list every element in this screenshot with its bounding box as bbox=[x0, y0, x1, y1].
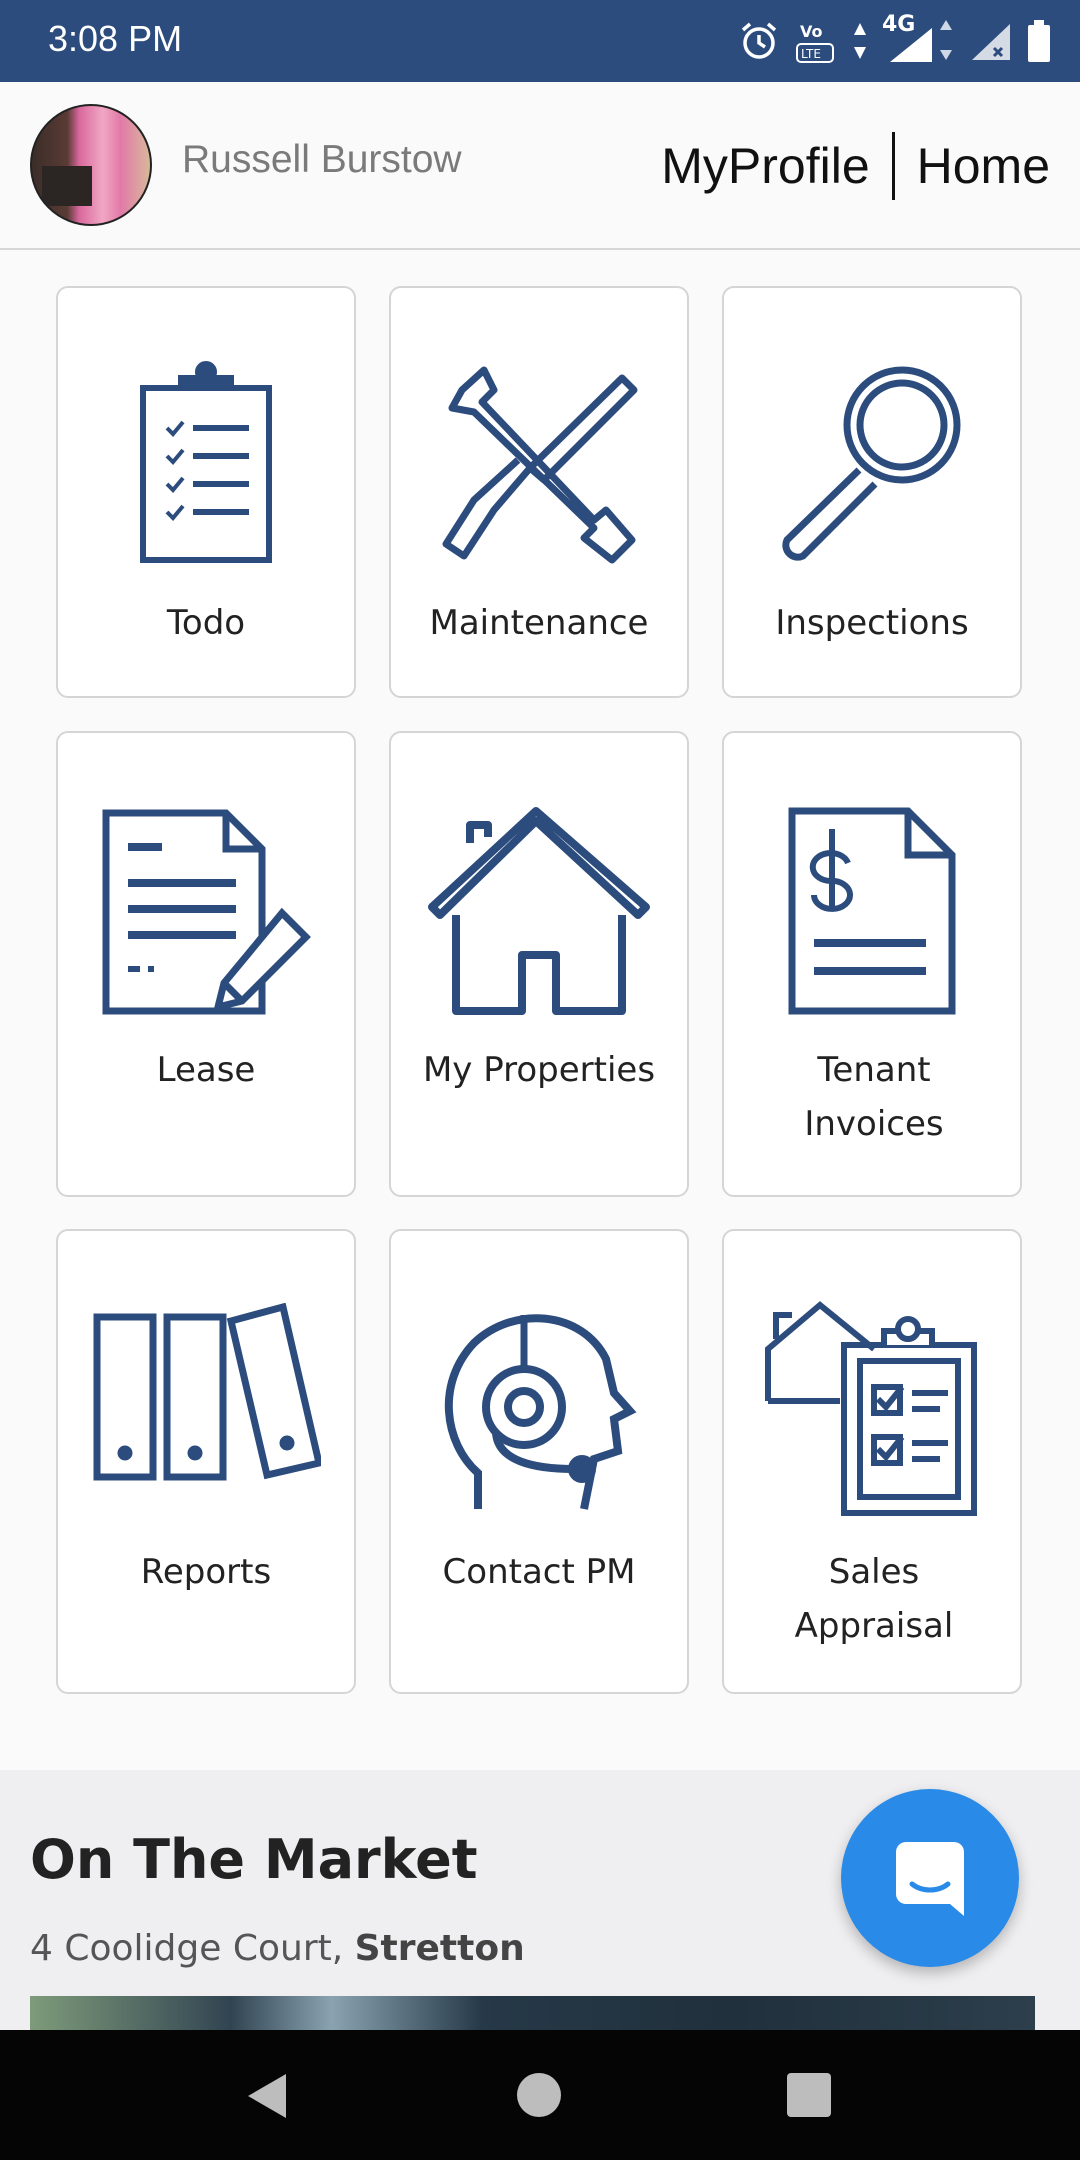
myprofile-link[interactable]: MyProfile bbox=[661, 137, 869, 195]
tile-label: Inspections bbox=[775, 603, 969, 643]
tile-inspections[interactable]: Inspections bbox=[722, 286, 1022, 698]
tile-maintenance[interactable]: Maintenance bbox=[389, 286, 689, 698]
signal-icon: 4G bbox=[882, 12, 956, 66]
document-pencil-icon bbox=[102, 809, 311, 1015]
tile-my-properties[interactable]: My Properties bbox=[389, 731, 689, 1197]
listing-street: 4 Coolidge Court, bbox=[30, 1928, 344, 1969]
app-header: Russell Burstow MyProfile Home bbox=[0, 82, 1080, 250]
tile-contact-pm[interactable]: Contact PM bbox=[389, 1229, 689, 1694]
tile-label: Todo bbox=[166, 603, 246, 643]
chat-button[interactable] bbox=[841, 1789, 1019, 1967]
listing-address[interactable]: 4 Coolidge Court, Stretton bbox=[30, 1928, 525, 1969]
recents-icon[interactable] bbox=[786, 2072, 832, 2118]
tile-todo[interactable]: Todo bbox=[56, 286, 356, 698]
status-bar: 3:08 PM Vo LTE 4G bbox=[0, 0, 1080, 82]
tile-sales-appraisal[interactable]: Sales Appraisal bbox=[722, 1229, 1022, 1694]
alarm-icon bbox=[741, 22, 777, 59]
tile-label: My Properties bbox=[422, 1050, 656, 1090]
svg-text:Vo: Vo bbox=[800, 22, 823, 41]
magnifier-icon bbox=[782, 366, 961, 561]
svg-text:LTE: LTE bbox=[801, 47, 821, 61]
clipboard-checklist-icon bbox=[140, 361, 272, 563]
avatar[interactable] bbox=[30, 104, 152, 226]
tile-lease[interactable]: Lease bbox=[56, 731, 356, 1197]
wrench-screwdriver-icon bbox=[442, 366, 638, 564]
house-clipboard-icon bbox=[765, 1301, 977, 1516]
signal-x-icon bbox=[972, 24, 1010, 60]
house-icon bbox=[428, 807, 650, 1015]
tile-label: Contact PM bbox=[442, 1552, 636, 1592]
status-time: 3:08 PM bbox=[48, 18, 183, 59]
home-link[interactable]: Home bbox=[917, 137, 1050, 195]
tile-reports[interactable]: Reports bbox=[56, 1229, 356, 1694]
section-title: On The Market bbox=[30, 1828, 478, 1891]
headset-head-icon bbox=[444, 1314, 637, 1510]
tile-label: Lease bbox=[156, 1050, 256, 1090]
nav-divider bbox=[891, 132, 895, 200]
battery-icon bbox=[1028, 20, 1050, 62]
binders-icon bbox=[93, 1303, 321, 1481]
tile-label: Reports bbox=[140, 1552, 272, 1592]
data-arrows-icon bbox=[854, 23, 866, 59]
volte-icon: Vo LTE bbox=[796, 22, 834, 63]
system-nav-bar bbox=[0, 2030, 1080, 2160]
home-circle-icon[interactable] bbox=[516, 2072, 562, 2118]
tile-label: Tenant Invoices bbox=[804, 1050, 944, 1144]
user-name: Russell Burstow bbox=[182, 138, 462, 181]
tile-label: Sales Appraisal bbox=[794, 1552, 954, 1646]
listing-photo[interactable] bbox=[30, 1996, 1035, 2030]
listing-suburb: Stretton bbox=[354, 1928, 525, 1969]
chat-bubble-icon bbox=[896, 1842, 964, 1916]
tile-tenant-invoices[interactable]: Tenant Invoices bbox=[722, 731, 1022, 1197]
tile-label: Maintenance bbox=[429, 603, 649, 643]
back-icon[interactable] bbox=[244, 2070, 290, 2122]
invoice-dollar-icon bbox=[788, 807, 956, 1015]
status-icons: Vo LTE 4G bbox=[738, 12, 1052, 68]
header-nav: MyProfile Home bbox=[661, 132, 1050, 200]
